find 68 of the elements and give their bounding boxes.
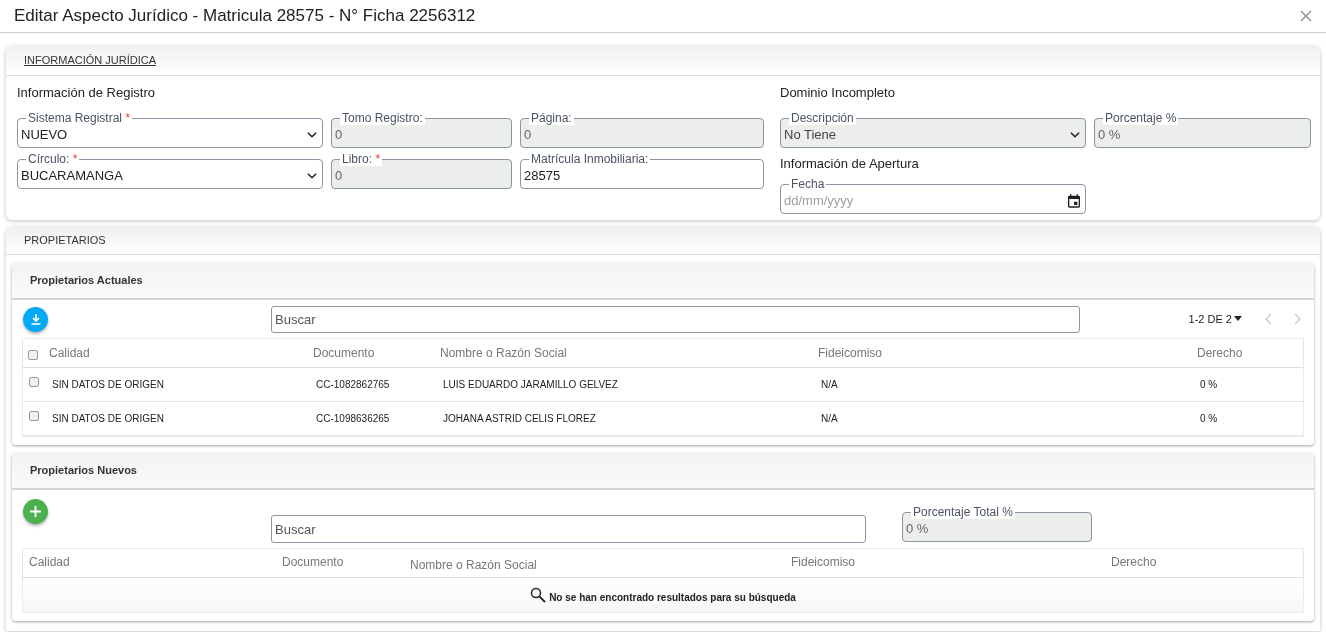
field-label: Página: [529,111,574,125]
table-cell-text: N/A [820,412,839,426]
column-header: Documento [313,345,376,362]
table-cell-text: SIN DATOS DE ORIGEN [51,412,165,426]
next-page-icon[interactable] [1294,313,1302,325]
table-cell-text: CC-1098636265 [315,412,391,426]
checkbox[interactable] [29,410,39,421]
column-header: Derecho [1197,345,1244,362]
download-button[interactable] [23,306,48,332]
table-cell-text: 0 % [1199,378,1219,392]
table-cell-text: 0 % [1199,412,1219,426]
field-label: Círculo: * [26,152,80,166]
field-label: Libro: * [340,152,383,166]
field-label: Porcentaje % [1103,111,1179,125]
dialog-title: Editar Aspecto Jurídico - Matricula 28575 - N° Ficha 2256312 [14,5,476,28]
column-header: Fideicomiso [818,345,884,362]
text-field: Porcentaje Total % 0 % [902,506,1092,542]
field-label: Tomo Registro: [340,111,425,125]
column-header: Nombre o Razón Social [410,557,538,574]
section-heading: INFORMACIÓN JURÍDICA [24,53,156,69]
plus-icon [30,506,41,517]
table-cell-text: CC-1082862765 [315,378,391,392]
field-label: Matrícula Inmobiliaria: [529,152,651,166]
column-header: Calidad [29,554,71,571]
column-header: Documento [282,554,345,571]
search-field[interactable]: Buscar [271,515,866,543]
select-field[interactable]: Círculo: * BUCARAMANGA [17,152,323,189]
panel-title: Propietarios Actuales [30,273,143,289]
column-header: Nombre o Razón Social [440,345,568,362]
empty-message: No se han encontrado resultados para su búsqueda [549,590,796,605]
panel-title: Propietarios Nuevos [30,463,137,479]
table-cell-text: N/A [820,378,839,392]
column-header: Calidad [49,345,91,362]
group-title: Información de Apertura [780,154,920,173]
close-icon[interactable] [1300,10,1312,22]
field-label: Porcentaje Total % [911,506,1015,519]
section-heading: PROPIETARIOS [24,233,106,249]
search-icon [530,587,547,603]
table-cell-text: JOHANA ASTRID CELIS FLOREZ [442,412,597,426]
field-label: Descripción [789,111,856,125]
required-mark: * [125,110,131,125]
table-cell-text: LUIS EDUARDO JARAMILLO GELVEZ [442,378,619,392]
download-icon [29,313,42,325]
text-field: Porcentaje % 0 % [1094,111,1311,148]
select-field[interactable]: Sistema Registral * NUEVO [17,111,323,148]
field-label: Fecha [789,178,827,191]
previous-page-icon[interactable] [1264,313,1272,325]
column-header: Derecho [1111,554,1158,571]
select-field: Descripción No Tiene [780,111,1086,148]
group-title: Información de Registro [17,84,156,102]
add-button[interactable] [23,499,48,524]
column-header: Fideicomiso [791,554,857,571]
checkbox[interactable] [29,376,39,387]
calendar-icon[interactable] [1066,193,1082,209]
date-field[interactable]: Fecha dd/mm/yyyy [780,178,1086,214]
text-field: Tomo Registro: 0 [331,111,512,148]
required-mark: * [72,151,78,166]
table-cell-text: SIN DATOS DE ORIGEN [51,378,165,392]
text-field[interactable]: Matrícula Inmobiliaria: 28575 [520,152,764,189]
page-range: 1-2 DE 2 [1188,311,1232,327]
text-field: Libro: * 0 [331,152,512,189]
field-label: Sistema Registral * [26,111,133,125]
caret-down-icon[interactable] [1234,316,1242,322]
required-mark: * [375,151,381,166]
text-field: Página: 0 [520,111,764,148]
checkbox[interactable] [28,349,38,360]
search-field[interactable]: Buscar [271,305,1080,333]
group-title: Dominio Incompleto [780,84,896,102]
